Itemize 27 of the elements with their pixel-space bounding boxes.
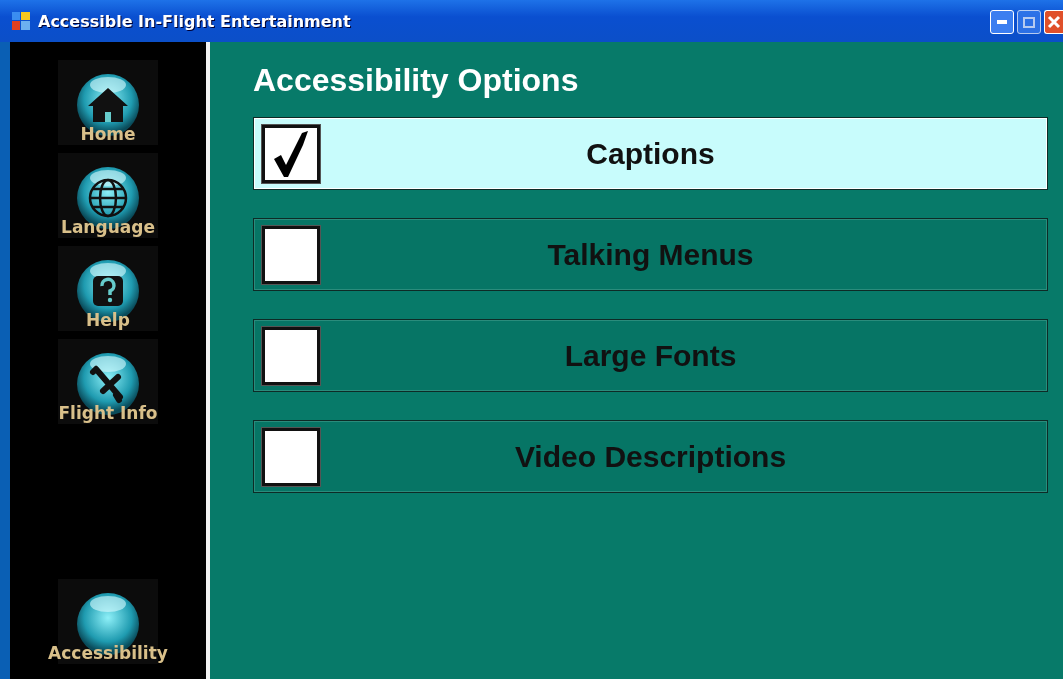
option-row[interactable]: Captions (253, 117, 1048, 190)
maximize-icon (1023, 16, 1035, 28)
page-heading: Accessibility Options (253, 62, 580, 99)
close-icon (1047, 15, 1061, 29)
window-title: Accessible In-Flight Entertainment (38, 11, 352, 31)
nav-label: Home (79, 124, 137, 144)
checkbox[interactable] (262, 225, 320, 284)
minimize-button[interactable] (990, 10, 1014, 34)
option-label: Captions (585, 136, 716, 171)
nav-label: Accessibility (47, 643, 169, 663)
checkbox[interactable] (262, 326, 320, 385)
minimize-icon (997, 20, 1007, 24)
checkmark-icon (272, 130, 310, 177)
nav-label: Flight Info (57, 403, 159, 423)
option-row[interactable]: Video Descriptions (253, 420, 1048, 493)
nav-label: Help (85, 310, 131, 330)
maximize-button[interactable] (1017, 10, 1041, 34)
checkbox[interactable] (262, 427, 320, 486)
close-button[interactable] (1044, 10, 1063, 34)
checkbox[interactable] (262, 124, 320, 183)
nav-label: Language (60, 217, 156, 237)
option-row[interactable]: Talking Menus (253, 218, 1048, 291)
option-label: Talking Menus (546, 237, 755, 272)
option-label: Video Descriptions (513, 439, 788, 474)
option-label: Large Fonts (563, 338, 738, 373)
option-row[interactable]: Large Fonts (253, 319, 1048, 392)
app-icon (12, 12, 30, 30)
